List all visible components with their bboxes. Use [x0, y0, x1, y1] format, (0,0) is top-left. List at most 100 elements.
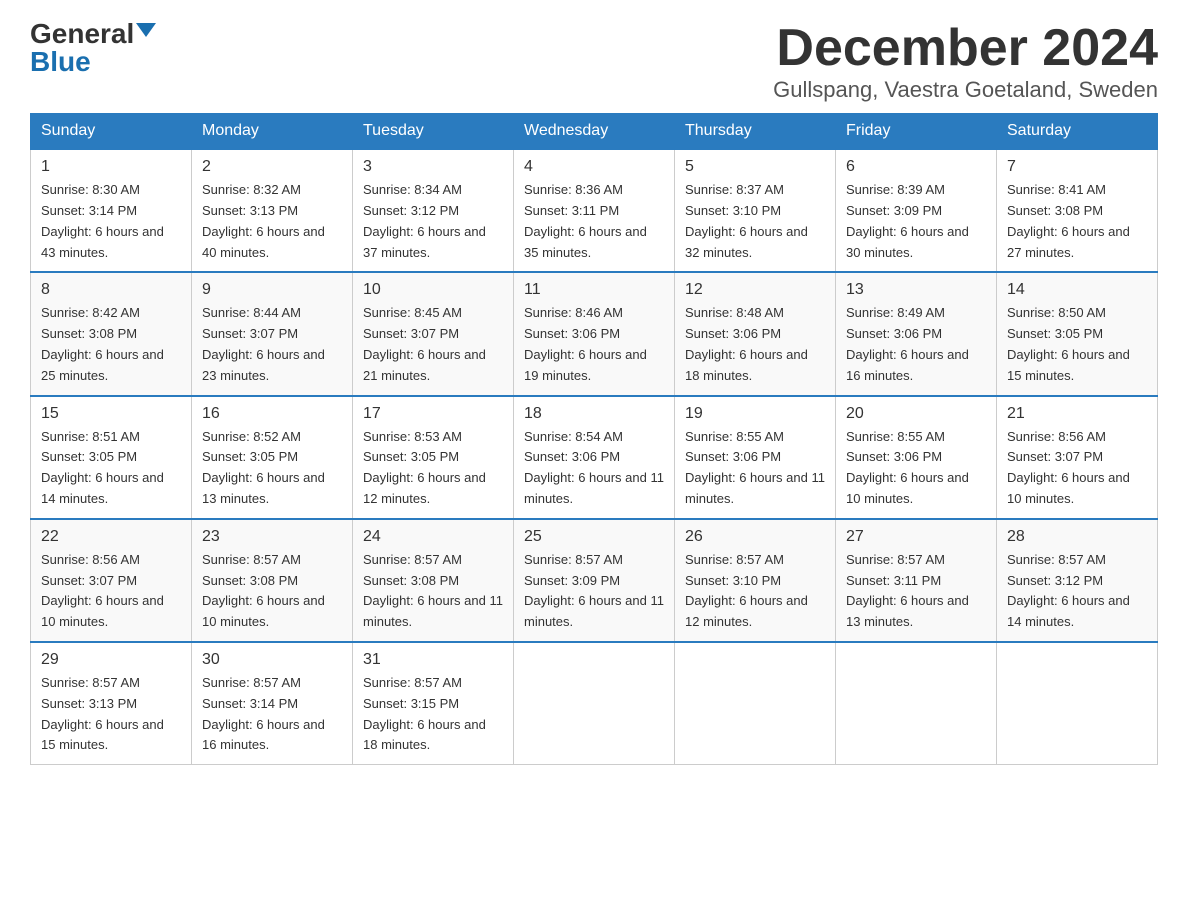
day-info: Sunrise: 8:56 AMSunset: 3:07 PMDaylight:…	[41, 552, 164, 629]
day-info: Sunrise: 8:57 AMSunset: 3:15 PMDaylight:…	[363, 675, 486, 752]
day-info: Sunrise: 8:53 AMSunset: 3:05 PMDaylight:…	[363, 429, 486, 506]
calendar-day-cell: 22 Sunrise: 8:56 AMSunset: 3:07 PMDaylig…	[31, 519, 192, 642]
day-info: Sunrise: 8:55 AMSunset: 3:06 PMDaylight:…	[685, 429, 825, 506]
month-title: December 2024	[773, 20, 1158, 77]
day-number: 23	[202, 528, 342, 546]
day-number: 18	[524, 405, 664, 423]
calendar-day-cell: 13 Sunrise: 8:49 AMSunset: 3:06 PMDaylig…	[836, 272, 997, 395]
day-number: 29	[41, 651, 181, 669]
title-block: December 2024 Gullspang, Vaestra Goetala…	[773, 20, 1158, 103]
page-header: General Blue December 2024 Gullspang, Va…	[30, 20, 1158, 103]
weekday-header-row: SundayMondayTuesdayWednesdayThursdayFrid…	[31, 114, 1158, 150]
day-info: Sunrise: 8:34 AMSunset: 3:12 PMDaylight:…	[363, 182, 486, 259]
calendar-day-cell: 7 Sunrise: 8:41 AMSunset: 3:08 PMDayligh…	[997, 149, 1158, 272]
day-info: Sunrise: 8:52 AMSunset: 3:05 PMDaylight:…	[202, 429, 325, 506]
day-number: 25	[524, 528, 664, 546]
calendar-day-cell: 20 Sunrise: 8:55 AMSunset: 3:06 PMDaylig…	[836, 396, 997, 519]
calendar-day-cell	[836, 642, 997, 765]
calendar-day-cell: 9 Sunrise: 8:44 AMSunset: 3:07 PMDayligh…	[192, 272, 353, 395]
weekday-header-thursday: Thursday	[675, 114, 836, 150]
calendar-day-cell	[997, 642, 1158, 765]
day-number: 8	[41, 281, 181, 299]
day-info: Sunrise: 8:51 AMSunset: 3:05 PMDaylight:…	[41, 429, 164, 506]
day-number: 20	[846, 405, 986, 423]
logo-blue-text: Blue	[30, 48, 91, 76]
calendar-day-cell: 12 Sunrise: 8:48 AMSunset: 3:06 PMDaylig…	[675, 272, 836, 395]
weekday-header-saturday: Saturday	[997, 114, 1158, 150]
day-number: 5	[685, 158, 825, 176]
day-number: 13	[846, 281, 986, 299]
day-info: Sunrise: 8:36 AMSunset: 3:11 PMDaylight:…	[524, 182, 647, 259]
day-number: 27	[846, 528, 986, 546]
weekday-header-wednesday: Wednesday	[514, 114, 675, 150]
day-number: 28	[1007, 528, 1147, 546]
calendar-day-cell: 28 Sunrise: 8:57 AMSunset: 3:12 PMDaylig…	[997, 519, 1158, 642]
day-info: Sunrise: 8:30 AMSunset: 3:14 PMDaylight:…	[41, 182, 164, 259]
calendar-table: SundayMondayTuesdayWednesdayThursdayFrid…	[30, 113, 1158, 765]
day-info: Sunrise: 8:32 AMSunset: 3:13 PMDaylight:…	[202, 182, 325, 259]
calendar-day-cell: 5 Sunrise: 8:37 AMSunset: 3:10 PMDayligh…	[675, 149, 836, 272]
day-info: Sunrise: 8:55 AMSunset: 3:06 PMDaylight:…	[846, 429, 969, 506]
calendar-day-cell: 17 Sunrise: 8:53 AMSunset: 3:05 PMDaylig…	[353, 396, 514, 519]
calendar-day-cell: 3 Sunrise: 8:34 AMSunset: 3:12 PMDayligh…	[353, 149, 514, 272]
calendar-day-cell: 6 Sunrise: 8:39 AMSunset: 3:09 PMDayligh…	[836, 149, 997, 272]
day-info: Sunrise: 8:57 AMSunset: 3:10 PMDaylight:…	[685, 552, 808, 629]
calendar-day-cell: 15 Sunrise: 8:51 AMSunset: 3:05 PMDaylig…	[31, 396, 192, 519]
logo-triangle-icon	[136, 23, 156, 37]
calendar-day-cell: 11 Sunrise: 8:46 AMSunset: 3:06 PMDaylig…	[514, 272, 675, 395]
day-number: 11	[524, 281, 664, 299]
calendar-day-cell: 4 Sunrise: 8:36 AMSunset: 3:11 PMDayligh…	[514, 149, 675, 272]
calendar-day-cell	[514, 642, 675, 765]
day-info: Sunrise: 8:57 AMSunset: 3:08 PMDaylight:…	[202, 552, 325, 629]
day-number: 4	[524, 158, 664, 176]
day-info: Sunrise: 8:46 AMSunset: 3:06 PMDaylight:…	[524, 305, 647, 382]
day-info: Sunrise: 8:41 AMSunset: 3:08 PMDaylight:…	[1007, 182, 1130, 259]
calendar-week-row: 8 Sunrise: 8:42 AMSunset: 3:08 PMDayligh…	[31, 272, 1158, 395]
day-number: 6	[846, 158, 986, 176]
day-number: 1	[41, 158, 181, 176]
day-info: Sunrise: 8:39 AMSunset: 3:09 PMDaylight:…	[846, 182, 969, 259]
calendar-day-cell: 18 Sunrise: 8:54 AMSunset: 3:06 PMDaylig…	[514, 396, 675, 519]
day-number: 7	[1007, 158, 1147, 176]
day-number: 22	[41, 528, 181, 546]
day-number: 2	[202, 158, 342, 176]
day-info: Sunrise: 8:56 AMSunset: 3:07 PMDaylight:…	[1007, 429, 1130, 506]
day-number: 3	[363, 158, 503, 176]
day-number: 16	[202, 405, 342, 423]
day-info: Sunrise: 8:50 AMSunset: 3:05 PMDaylight:…	[1007, 305, 1130, 382]
logo: General Blue	[30, 20, 156, 76]
day-info: Sunrise: 8:54 AMSunset: 3:06 PMDaylight:…	[524, 429, 664, 506]
calendar-day-cell: 1 Sunrise: 8:30 AMSunset: 3:14 PMDayligh…	[31, 149, 192, 272]
calendar-week-row: 15 Sunrise: 8:51 AMSunset: 3:05 PMDaylig…	[31, 396, 1158, 519]
weekday-header-friday: Friday	[836, 114, 997, 150]
calendar-week-row: 29 Sunrise: 8:57 AMSunset: 3:13 PMDaylig…	[31, 642, 1158, 765]
day-info: Sunrise: 8:57 AMSunset: 3:13 PMDaylight:…	[41, 675, 164, 752]
location-title: Gullspang, Vaestra Goetaland, Sweden	[773, 77, 1158, 103]
day-number: 24	[363, 528, 503, 546]
day-number: 31	[363, 651, 503, 669]
calendar-day-cell: 19 Sunrise: 8:55 AMSunset: 3:06 PMDaylig…	[675, 396, 836, 519]
day-number: 10	[363, 281, 503, 299]
day-number: 12	[685, 281, 825, 299]
calendar-day-cell: 10 Sunrise: 8:45 AMSunset: 3:07 PMDaylig…	[353, 272, 514, 395]
day-info: Sunrise: 8:42 AMSunset: 3:08 PMDaylight:…	[41, 305, 164, 382]
calendar-day-cell: 26 Sunrise: 8:57 AMSunset: 3:10 PMDaylig…	[675, 519, 836, 642]
day-number: 14	[1007, 281, 1147, 299]
day-info: Sunrise: 8:49 AMSunset: 3:06 PMDaylight:…	[846, 305, 969, 382]
weekday-header-monday: Monday	[192, 114, 353, 150]
calendar-day-cell: 23 Sunrise: 8:57 AMSunset: 3:08 PMDaylig…	[192, 519, 353, 642]
weekday-header-sunday: Sunday	[31, 114, 192, 150]
day-number: 19	[685, 405, 825, 423]
day-info: Sunrise: 8:57 AMSunset: 3:14 PMDaylight:…	[202, 675, 325, 752]
calendar-day-cell: 29 Sunrise: 8:57 AMSunset: 3:13 PMDaylig…	[31, 642, 192, 765]
day-info: Sunrise: 8:57 AMSunset: 3:11 PMDaylight:…	[846, 552, 969, 629]
calendar-day-cell: 24 Sunrise: 8:57 AMSunset: 3:08 PMDaylig…	[353, 519, 514, 642]
calendar-day-cell: 21 Sunrise: 8:56 AMSunset: 3:07 PMDaylig…	[997, 396, 1158, 519]
calendar-week-row: 1 Sunrise: 8:30 AMSunset: 3:14 PMDayligh…	[31, 149, 1158, 272]
day-number: 17	[363, 405, 503, 423]
day-number: 15	[41, 405, 181, 423]
calendar-day-cell: 25 Sunrise: 8:57 AMSunset: 3:09 PMDaylig…	[514, 519, 675, 642]
day-info: Sunrise: 8:37 AMSunset: 3:10 PMDaylight:…	[685, 182, 808, 259]
calendar-day-cell: 27 Sunrise: 8:57 AMSunset: 3:11 PMDaylig…	[836, 519, 997, 642]
day-info: Sunrise: 8:57 AMSunset: 3:12 PMDaylight:…	[1007, 552, 1130, 629]
